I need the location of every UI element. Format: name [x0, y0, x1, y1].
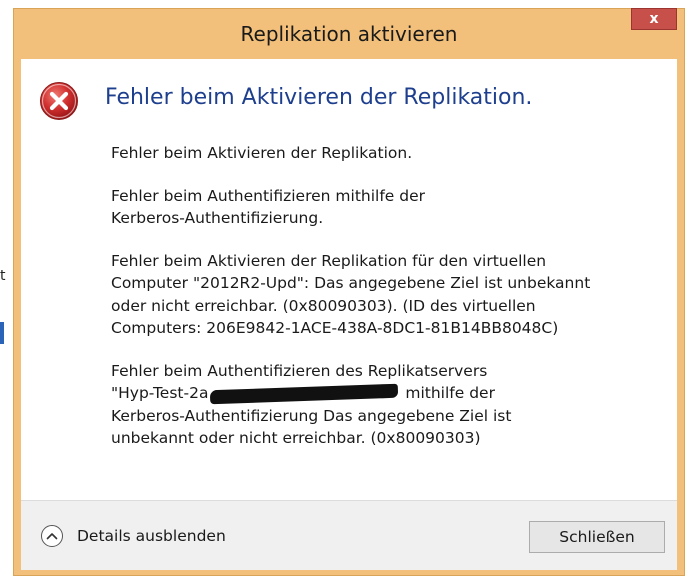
background-text-fragment: t	[0, 268, 6, 284]
window-title: Replikation aktivieren	[240, 22, 458, 46]
error-icon	[40, 82, 78, 120]
message-line: Computers: 206E9842-1ACE-438A-8DC1-81B14…	[111, 319, 559, 337]
message-line: Computer "2012R2-Upd": Das angegebene Zi…	[111, 274, 591, 292]
message-line: unbekannt oder nicht erreichbar. (0x8009…	[111, 429, 481, 447]
chevron-up-icon	[41, 525, 63, 547]
close-icon: x	[649, 11, 659, 27]
message-line: Fehler beim Authentifizieren mithilfe de…	[111, 186, 425, 205]
message-line: Kerberos-Authentifizierung.	[111, 209, 324, 227]
background-selection-marker	[0, 322, 4, 344]
message-line: "Hyp-Test-2a mithilfe der	[111, 382, 671, 405]
dialog-window: Replikation aktivieren x Fehler beim Akt	[13, 8, 685, 576]
message-line: Fehler beim Aktivieren der Replikation.	[111, 144, 413, 162]
server-name-prefix: "Hyp-Test-2a	[111, 384, 209, 402]
details-toggle-button[interactable]: Details ausblenden	[41, 522, 226, 550]
error-message: Fehler beim Aktivieren der Replikation f…	[111, 250, 671, 340]
title-bar[interactable]: Replikation aktivieren x	[14, 8, 684, 59]
dialog-footer: Details ausblenden Schließen	[21, 500, 677, 570]
message-line: Fehler beim Aktivieren der Replikation f…	[111, 251, 547, 270]
message-line: oder nicht erreichbar. (0x80090303). (ID…	[111, 296, 536, 315]
details-toggle-label: Details ausblenden	[77, 527, 226, 545]
error-messages: Fehler beim Aktivieren der Replikation. …	[111, 142, 671, 450]
window-close-button[interactable]: x	[631, 8, 677, 30]
screen: t Replikation aktivieren x Fehler beim A…	[0, 0, 688, 580]
server-name-suffix: mithilfe der	[400, 384, 495, 402]
redaction-mark	[210, 383, 399, 404]
error-message: Fehler beim Authentifizieren mithilfe de…	[111, 185, 671, 230]
message-line: Kerberos-Authentifizierung Das angegeben…	[111, 406, 512, 425]
error-message: Fehler beim Aktivieren der Replikation.	[111, 142, 671, 165]
error-message: Fehler beim Authentifizieren des Replika…	[111, 360, 671, 450]
error-heading: Fehler beim Aktivieren der Replikation.	[105, 85, 533, 110]
close-dialog-button[interactable]: Schließen	[529, 521, 665, 553]
dialog-content: Fehler beim Aktivieren der Replikation. …	[21, 59, 677, 500]
message-line: Fehler beim Authentifizieren des Replika…	[111, 361, 488, 380]
background-window-edge	[0, 0, 10, 580]
